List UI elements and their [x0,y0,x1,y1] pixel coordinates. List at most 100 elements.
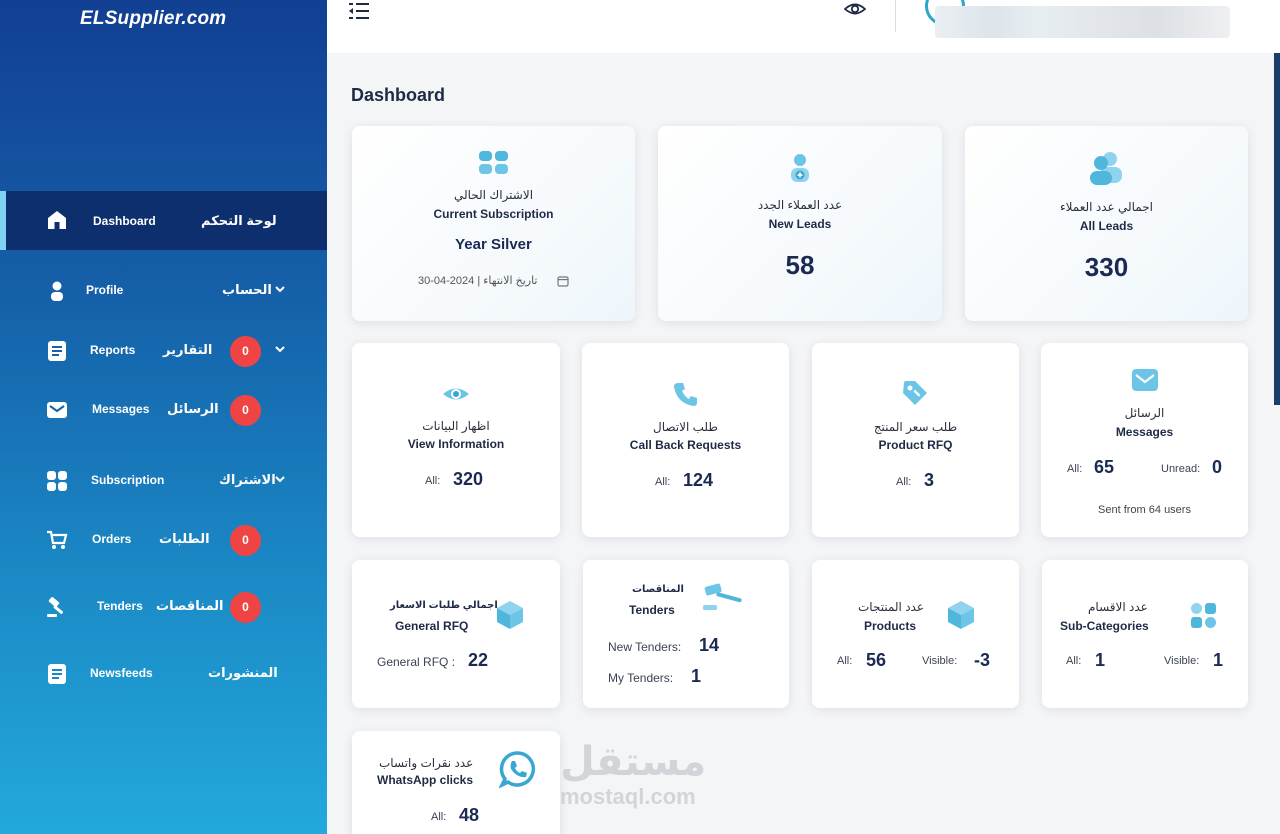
card-title-en: Sub-Categories [1060,619,1149,633]
card-title-en: Product RFQ [878,438,953,452]
chevron-down-icon[interactable] [274,343,286,355]
top-bar [327,0,1280,53]
phone-icon [674,383,697,406]
call-back-value: 124 [683,470,714,490]
user-name-blurred[interactable] [935,6,1230,38]
users-icon [1090,152,1122,185]
card-title-en: All Leads [1079,219,1134,233]
card-title-en: Call Back Requests [629,438,742,452]
cart-icon [47,530,68,549]
user-icon [51,281,63,301]
card-title-ar: اجمالي عدد العملاء [1060,200,1153,214]
card-current-subscription[interactable]: الاشتراك الحالي Current Subscription Yea… [352,126,635,321]
products-all-value: 56 [866,650,887,670]
categories-icon [1191,603,1216,628]
count-badge: 0 [230,525,261,556]
card-new-leads[interactable]: عدد العملاء الجدد New Leads 58 [658,126,942,321]
all-leads-value: 330 [1084,252,1129,282]
document-icon [48,341,66,361]
card-whatsapp-clicks[interactable]: عدد نقرات واتساب WhatsApp clicks All: 48 [352,731,560,834]
subscription-icon [479,151,508,174]
eye-icon[interactable] [844,0,866,18]
subcategories-visible-value: 1 [1213,650,1224,670]
card-title-en: WhatsApp clicks [377,773,474,787]
sidebar-item-newsfeeds[interactable]: Newsfeeds المنشورات [0,654,327,694]
sidebar-item-label: Reports [90,343,136,357]
watermark: مستقل mostaql.com [560,740,706,810]
gavel-icon [47,597,64,617]
unread-label: Unread: [1161,463,1201,475]
sidebar-item-label: Profile [86,283,124,297]
sidebar-item-label-ar: الاشتراك [219,472,276,487]
sidebar-item-label-ar: الطلبات [159,531,210,546]
menu-collapse-icon[interactable] [348,1,370,21]
box-icon [497,601,523,629]
sidebar-item-profile[interactable]: Profile الحساب [0,271,327,311]
sidebar-item-reports[interactable]: Reports التقارير 0 [0,331,327,371]
sidebar-item-label: Dashboard [93,214,156,228]
all-label: All: [1066,655,1082,667]
card-title-ar: الاشتراك الحالي [453,188,534,202]
sidebar-item-label-ar: التقارير [163,342,213,357]
messages-unread-value: 0 [1212,457,1223,477]
my-tenders-label: My Tenders: [608,671,674,685]
watermark-en: mostaql.com [560,784,696,809]
card-tenders[interactable]: المناقصات Tenders New Tenders: 14 My Ten… [583,560,789,708]
card-products[interactable]: عدد المنتجات Products All: 56 Visible: -… [812,560,1019,708]
count-badge: 0 [230,395,261,426]
chevron-down-icon[interactable] [274,283,286,295]
document-icon [48,664,66,684]
card-title-en: View Information [407,437,505,451]
sidebar-item-label-ar: الرسائل [167,401,219,416]
all-label: All: [837,655,853,667]
envelope-icon [47,402,67,418]
sidebar-item-label: Messages [92,402,150,416]
add-user-icon [791,154,809,182]
card-title-ar: عدد الاقسام [1088,600,1148,614]
sidebar-item-label: Subscription [91,473,165,487]
products-visible-value: -3 [974,650,991,670]
card-view-information[interactable]: اظهار البيانات View Information All: 320 [352,343,560,537]
watermark-ar: مستقل [560,740,707,784]
sidebar-item-dashboard[interactable]: Dashboard لوحة التحكم [0,191,327,250]
card-sub-categories[interactable]: عدد الاقسام Sub-Categories All: 1 Visibl… [1042,560,1248,708]
box-icon [948,601,974,629]
card-all-leads[interactable]: اجمالي عدد العملاء All Leads 330 [965,126,1248,321]
card-title-ar: عدد نقرات واتساب [379,756,474,770]
card-general-rfq[interactable]: اجمالي طلبات الاسعار General RFQ General… [352,560,560,708]
my-tenders-value: 1 [691,666,702,686]
card-call-back-requests[interactable]: طلب الاتصال Call Back Requests All: 124 [582,343,789,537]
scrollbar[interactable] [1274,53,1280,405]
sidebar-item-tenders[interactable]: Tenders المناقصات 0 [0,587,327,627]
count-badge: 0 [230,336,261,367]
sidebar-item-label-ar: لوحة التحكم [201,213,277,228]
card-title-ar: المناقصات [632,584,684,595]
product-rfq-value: 3 [924,470,935,490]
sidebar-item-label-ar: المناقصات [156,598,224,613]
sidebar-item-messages[interactable]: Messages الرسائل 0 [0,390,327,430]
chevron-down-icon[interactable] [274,473,286,485]
count-badge: 0 [230,592,261,623]
brand-logo[interactable]: ELSupplier.com [80,8,226,30]
sidebar-item-subscription[interactable]: Subscription الاشتراك [0,461,327,501]
visible-label: Visible: [922,655,958,667]
sidebar: ELSupplier.com Dashboard لوحة التحكم Pro… [0,0,327,834]
sidebar-item-label: Tenders [97,599,143,613]
all-label: All: [655,476,671,488]
whatsapp-clicks-value: 48 [459,805,480,825]
all-label: All: [1067,463,1083,475]
card-title-ar: طلب سعر المنتج [873,420,958,434]
sidebar-item-orders[interactable]: Orders الطلبات 0 [0,520,327,560]
card-product-rfq[interactable]: طلب سعر المنتج Product RFQ All: 3 [812,343,1019,537]
view-info-value: 320 [453,469,484,489]
card-messages[interactable]: الرسائل Messages All: 65 Unread: 0 Sent … [1041,343,1248,537]
gavel-icon [703,583,742,610]
card-title-ar: عدد العملاء الجدد [757,198,843,212]
home-icon [48,211,66,229]
new-tenders-value: 14 [699,635,720,655]
whatsapp-icon [499,751,536,788]
general-rfq-value: 22 [468,650,489,670]
card-title-ar: طلب الاتصال [653,420,718,434]
card-title-en: Current Subscription [433,207,554,221]
subcategories-all-value: 1 [1095,650,1106,670]
